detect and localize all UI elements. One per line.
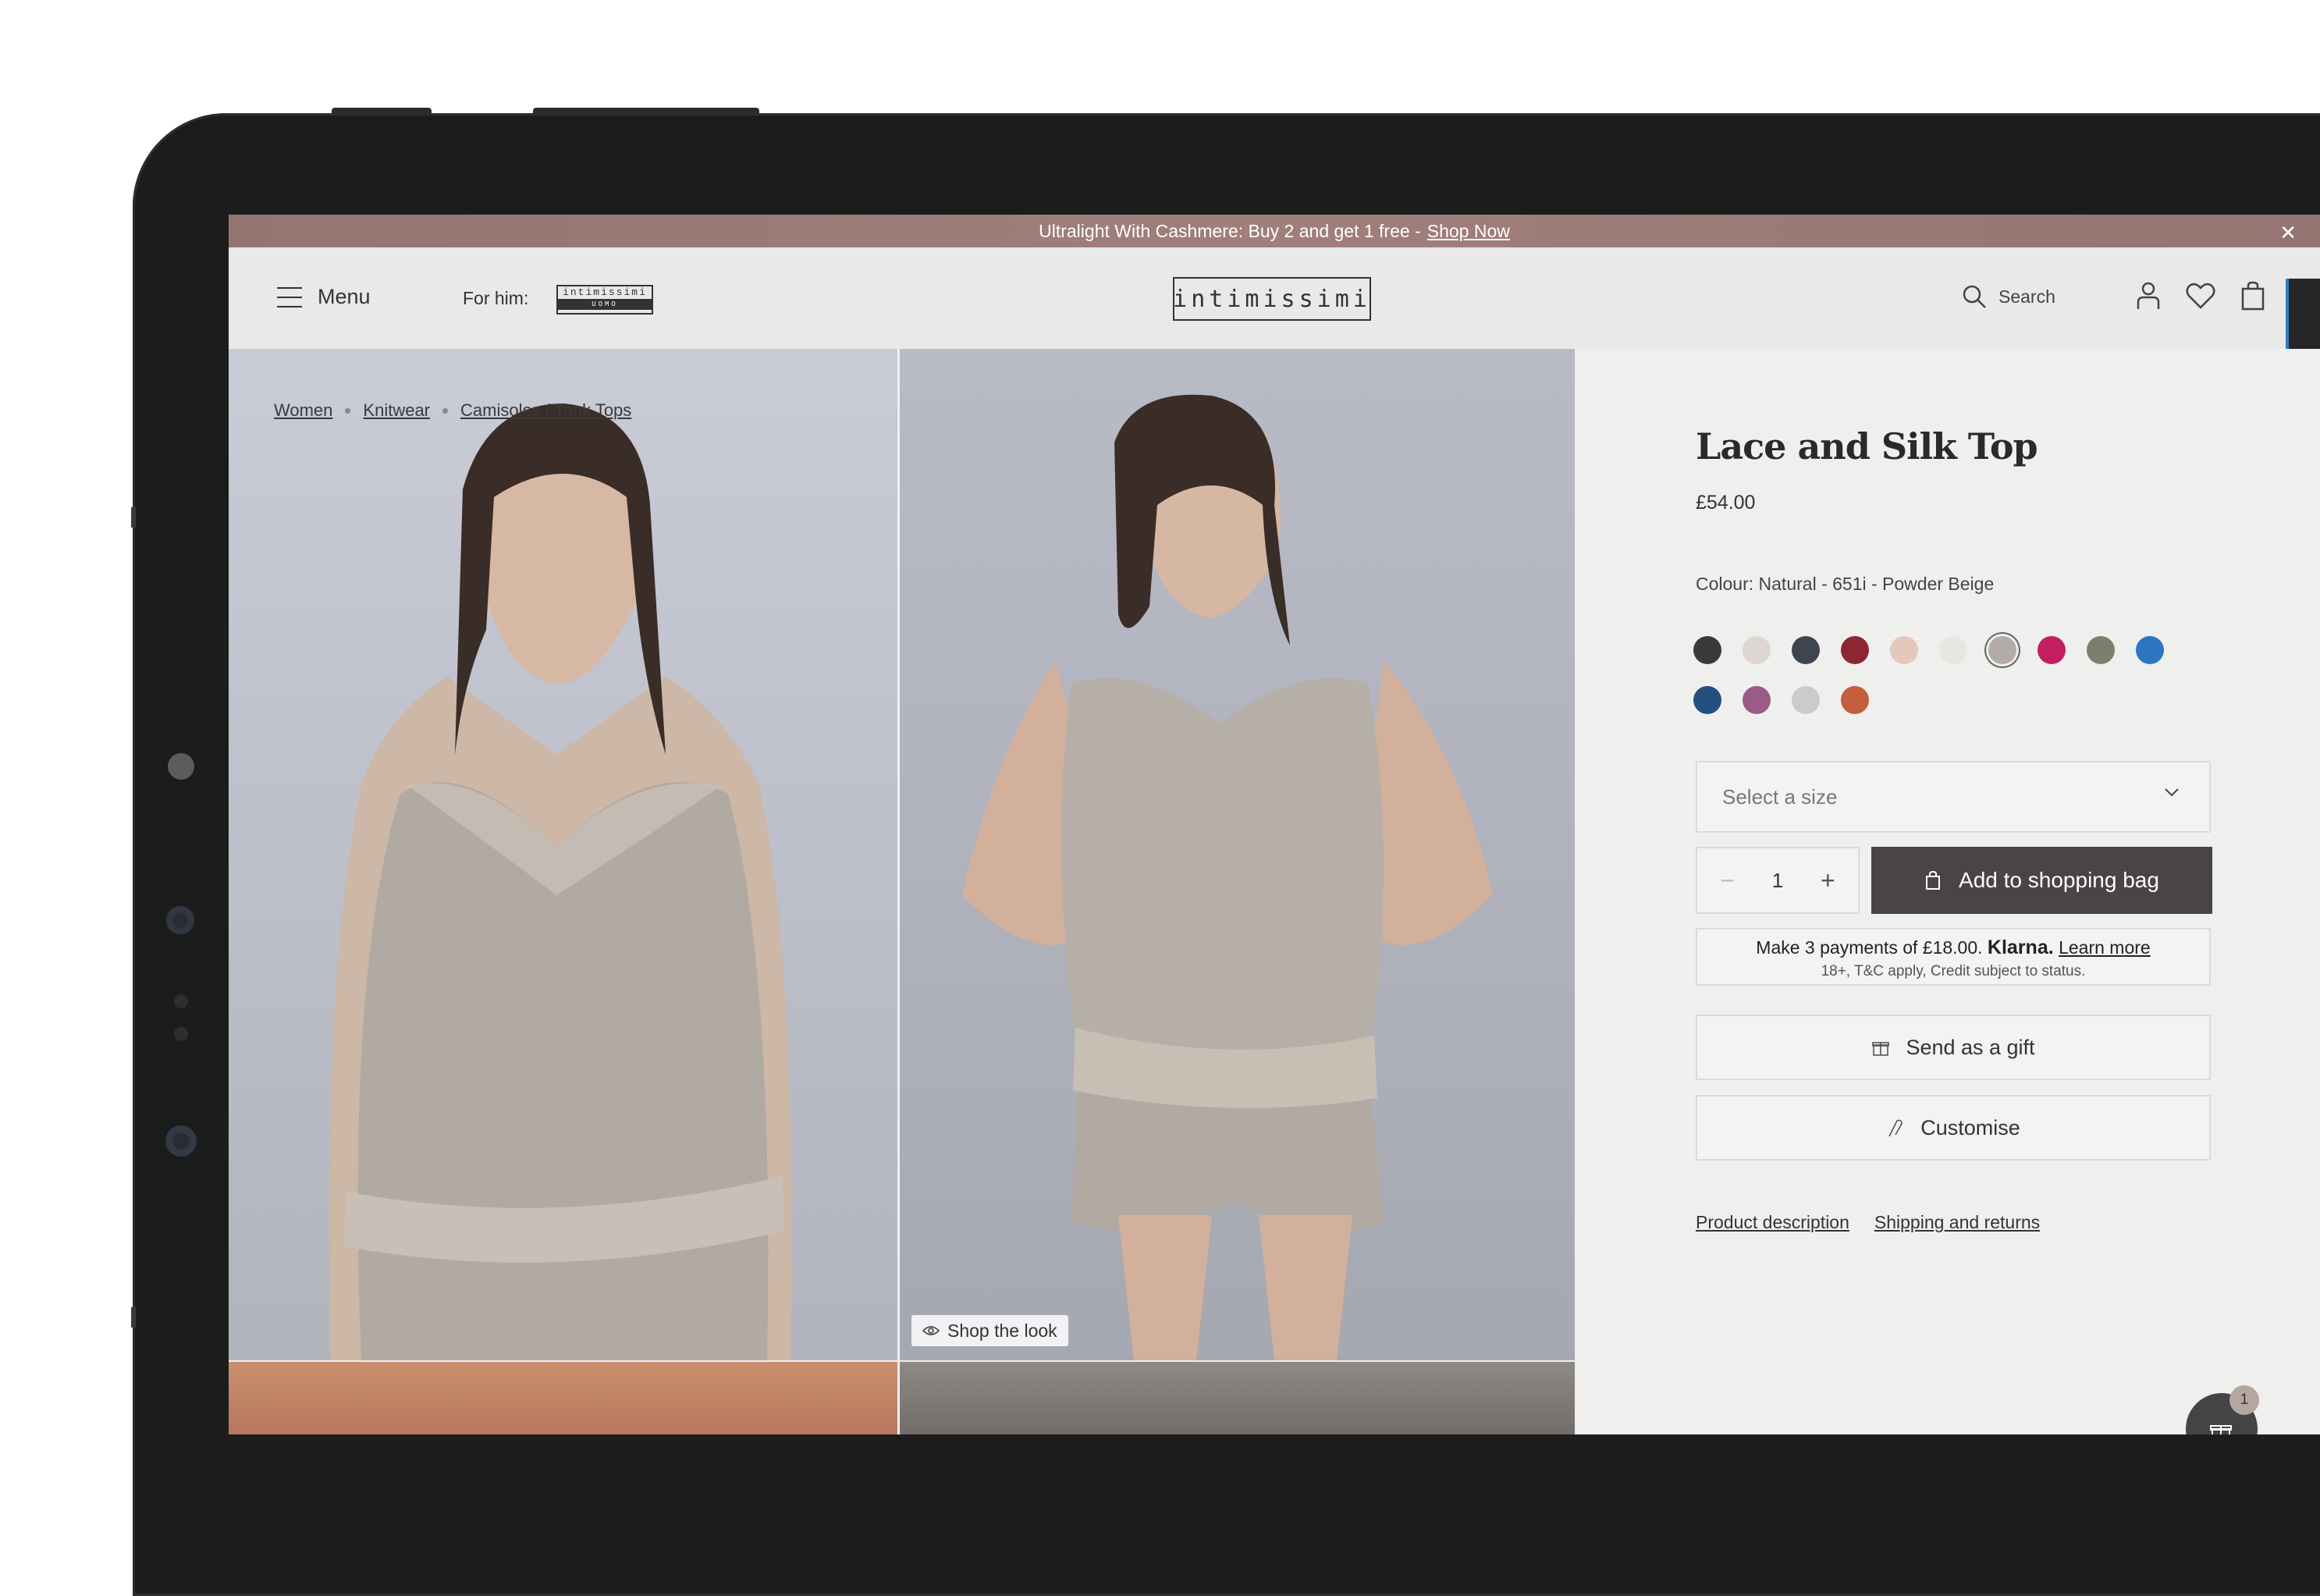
colour-swatch[interactable] <box>1792 636 1820 664</box>
product-price: £54.00 <box>1696 492 1756 514</box>
klarna-note: 18+, T&C apply, Credit subject to status… <box>1821 963 2086 979</box>
breadcrumb-knitwear[interactable]: Knitwear <box>363 400 430 421</box>
colour-swatch[interactable] <box>1743 636 1771 664</box>
product-title: Lace and Silk Top <box>1696 425 2038 467</box>
promo-bar: Ultralight With Cashmere: Buy 2 and get … <box>229 215 2320 247</box>
breadcrumb-separator <box>345 407 351 414</box>
increase-quantity-button[interactable]: + <box>1812 866 1843 895</box>
user-icon[interactable] <box>2131 279 2165 313</box>
colour-swatch[interactable] <box>2136 636 2164 664</box>
gift-icon <box>2210 1425 2232 1434</box>
klarna-text: Make 3 payments of £18.00. <box>1756 937 1983 958</box>
device-notch <box>131 1307 136 1328</box>
klarna-learn-more-link[interactable]: Learn more <box>2059 937 2151 958</box>
shipping-returns-link[interactable]: Shipping and returns <box>1874 1212 2040 1233</box>
send-as-gift-button[interactable]: Send as a gift <box>1696 1015 2211 1080</box>
menu-label: Menu <box>318 285 371 308</box>
breadcrumb-separator <box>442 407 448 414</box>
site-header: Menu For him: intimissimi UOMO intimissi… <box>229 247 2320 374</box>
product-image-detail[interactable] <box>229 1362 897 1434</box>
shopping-bag-icon[interactable] <box>2236 279 2270 313</box>
sensor-icon <box>166 906 194 934</box>
klarna-logo: Klarna. <box>1987 937 2054 958</box>
shop-the-look-button[interactable]: Shop the look <box>911 1315 1068 1346</box>
model-illustration <box>329 403 792 1360</box>
product-links: Product description Shipping and returns <box>1696 1212 2040 1233</box>
promo-text: Ultralight With Cashmere: Buy 2 and get … <box>1039 220 1421 241</box>
chevron-down-icon <box>2165 788 2179 797</box>
uomo-logo-link[interactable]: intimissimi UOMO <box>556 285 653 315</box>
sensor-icon <box>174 1027 188 1041</box>
sensor-icon <box>165 1125 197 1157</box>
shop-the-look-label: Shop the look <box>947 1320 1057 1341</box>
product-description-link[interactable]: Product description <box>1696 1212 1849 1233</box>
decrease-quantity-button[interactable]: − <box>1712 866 1743 895</box>
klarna-box: Make 3 payments of £18.00. Klarna. Learn… <box>1696 928 2211 986</box>
customise-label: Customise <box>1920 1115 2020 1139</box>
breadcrumb-camisoles[interactable]: Camisoles / Tank Tops <box>460 400 631 421</box>
for-him-label: For him: <box>463 288 529 308</box>
search-button[interactable]: Search <box>1961 283 2055 310</box>
device-button <box>533 108 759 114</box>
model-illustration <box>962 394 1493 1360</box>
uomo-logo-bottom: UOMO <box>558 299 652 310</box>
colour-swatch[interactable] <box>1988 636 2016 664</box>
search-label: Search <box>1998 286 2055 307</box>
colour-swatch[interactable] <box>1792 686 1820 714</box>
quantity-value: 1 <box>1771 868 1784 892</box>
customise-button[interactable]: Customise <box>1696 1095 2211 1161</box>
site-logo[interactable]: intimissimi <box>1173 277 1371 321</box>
menu-icon <box>277 286 302 307</box>
size-placeholder: Select a size <box>1722 784 1838 809</box>
menu-button[interactable]: Menu <box>277 285 371 309</box>
colour-swatch[interactable] <box>2038 636 2066 664</box>
sensor-icon <box>174 994 188 1008</box>
needle-icon <box>1888 1119 1903 1137</box>
colour-label: Colour: Natural - 651i - Powder Beige <box>1696 574 1995 594</box>
search-icon <box>1963 285 1986 308</box>
colour-swatch[interactable] <box>2087 636 2115 664</box>
colour-swatch[interactable] <box>1693 686 1721 714</box>
colour-swatch[interactable] <box>1841 636 1869 664</box>
quantity-stepper: − 1 + <box>1696 847 1860 914</box>
device-button <box>332 108 432 114</box>
colour-swatch[interactable] <box>1693 636 1721 664</box>
promo-shop-now-link[interactable]: Shop Now <box>1427 221 1510 242</box>
uomo-logo-top: intimissimi <box>563 286 647 298</box>
breadcrumb: Women Knitwear Camisoles / Tank Tops <box>274 400 631 421</box>
add-to-bag-button[interactable]: Add to shopping bag <box>1871 847 2212 914</box>
product-image-full[interactable] <box>900 349 1575 1360</box>
size-select[interactable]: Select a size <box>1696 761 2211 833</box>
close-icon[interactable]: ✕ <box>2279 221 2297 245</box>
colour-swatch[interactable] <box>1743 686 1771 714</box>
gift-icon <box>1872 1042 1890 1056</box>
heart-icon[interactable] <box>2183 279 2218 313</box>
shopping-bag-icon <box>1926 870 1941 890</box>
colour-swatch[interactable] <box>1939 636 1967 664</box>
device-notch <box>131 507 136 528</box>
screen: Ultralight With Cashmere: Buy 2 and get … <box>229 215 2320 1434</box>
product-image-detail[interactable] <box>900 1362 1575 1434</box>
colour-swatch[interactable] <box>1841 686 1869 714</box>
eye-icon <box>922 1326 940 1335</box>
camera-icon <box>168 753 194 780</box>
colour-swatch[interactable] <box>1890 636 1918 664</box>
add-to-bag-label: Add to shopping bag <box>1959 868 2159 892</box>
send-as-gift-label: Send as a gift <box>1906 1035 2035 1059</box>
gift-widget-badge: 1 <box>2229 1385 2259 1415</box>
breadcrumb-women[interactable]: Women <box>274 400 332 421</box>
product-image-front[interactable] <box>229 349 897 1360</box>
